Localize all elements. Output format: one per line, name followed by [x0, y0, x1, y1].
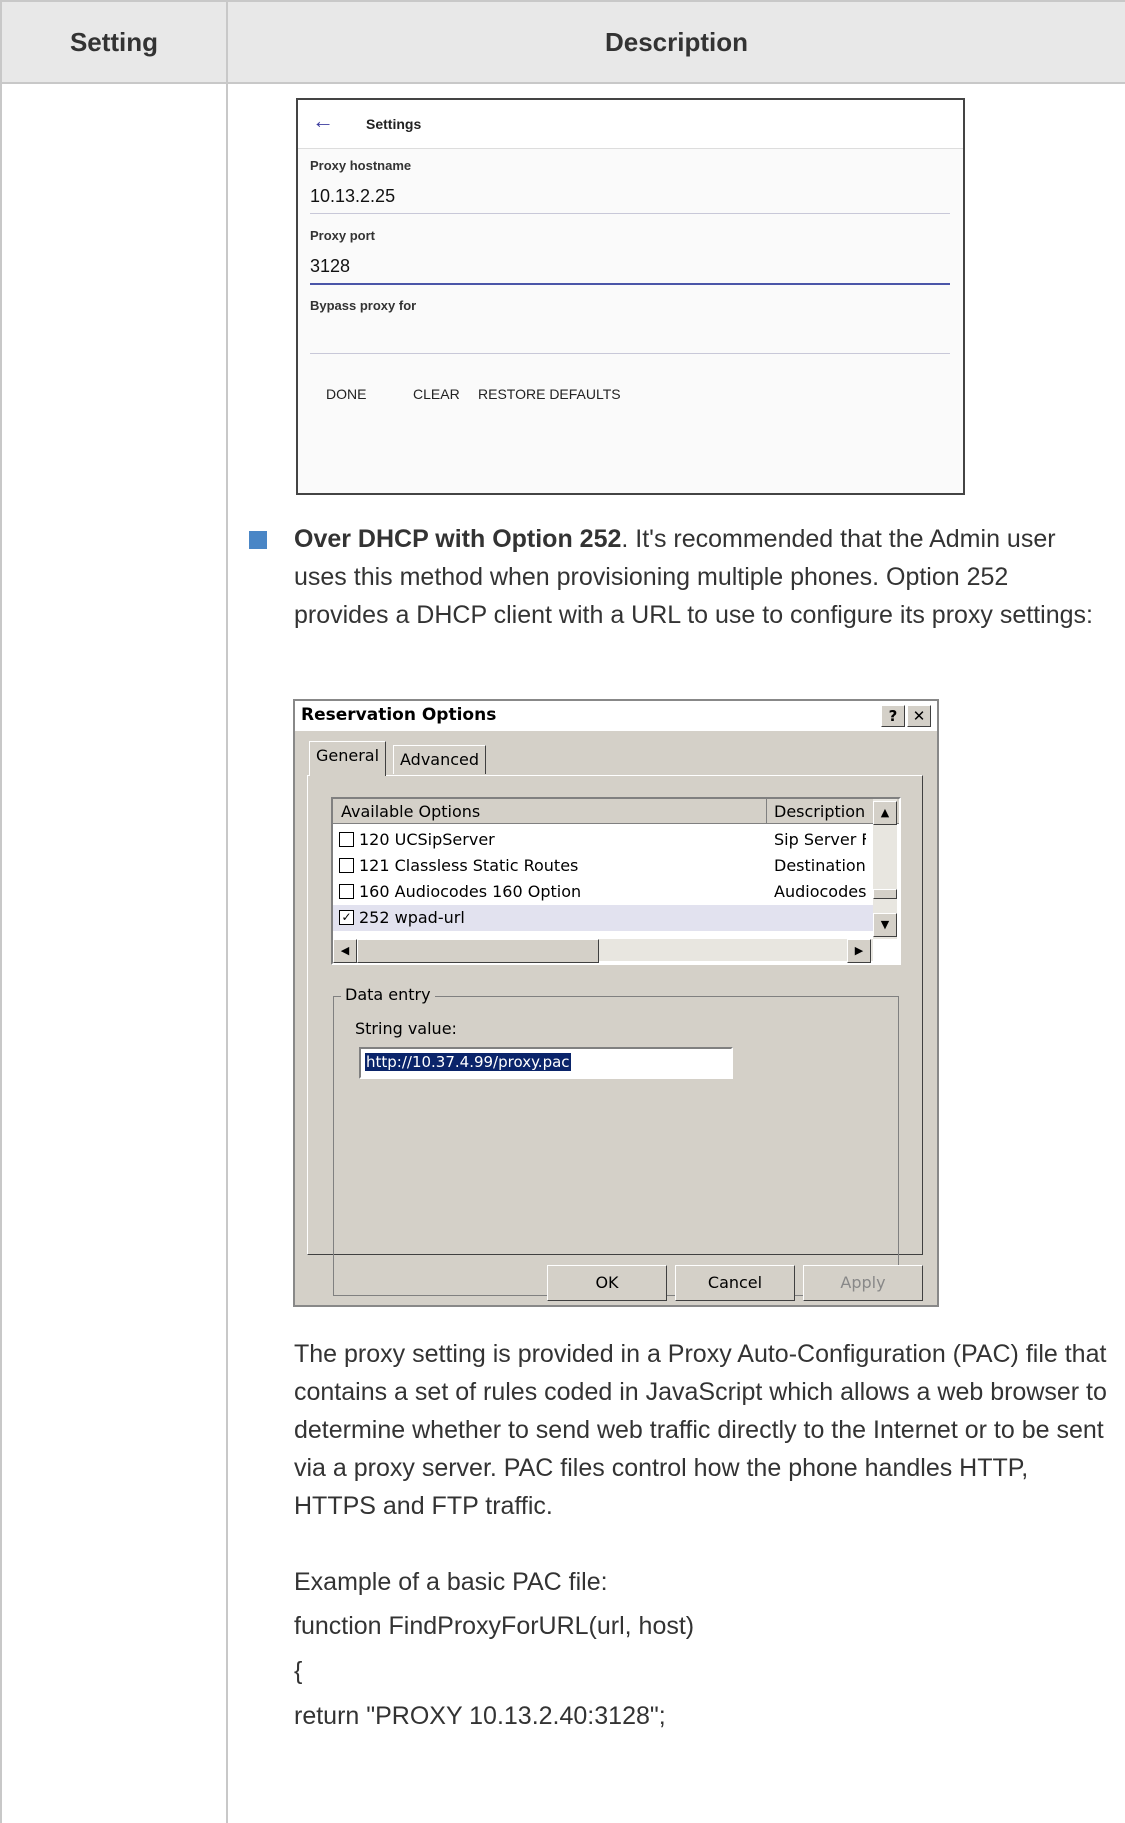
- phone-top-bar: ← Settings: [298, 100, 963, 149]
- horizontal-scrollbar[interactable]: ◀ ▶: [333, 939, 873, 963]
- checkbox-checked[interactable]: ✓: [339, 910, 354, 925]
- dialog-title: Reservation Options: [301, 705, 497, 725]
- scroll-right-icon[interactable]: ▶: [847, 939, 871, 963]
- pac-description: The proxy setting is provided in a Proxy…: [294, 1340, 1107, 1520]
- col-available-options[interactable]: Available Options: [341, 802, 480, 821]
- tab-general[interactable]: General: [309, 741, 387, 776]
- scroll-up-icon[interactable]: ▲: [873, 801, 897, 825]
- checkbox[interactable]: [339, 884, 354, 899]
- col-description[interactable]: Description: [774, 802, 865, 821]
- clear-button[interactable]: CLEAR: [413, 386, 460, 402]
- bullet-bold: Over DHCP with Option 252: [294, 525, 622, 553]
- checkbox[interactable]: [339, 832, 354, 847]
- phone-settings-screenshot: ← Settings Proxy hostname 10.13.2.25 Pro…: [296, 98, 965, 495]
- column-separator: [766, 799, 767, 823]
- option-name: 160 Audiocodes 160 Option: [359, 882, 582, 901]
- column-divider: [226, 0, 228, 1823]
- header-setting: Setting: [69, 27, 159, 57]
- proxy-hostname-label: Proxy hostname: [310, 158, 412, 173]
- bypass-proxy-label: Bypass proxy for: [310, 298, 417, 313]
- scroll-left-icon[interactable]: ◀: [333, 939, 357, 963]
- list-item[interactable]: 120 UCSipServer Sip Server F: [333, 827, 873, 853]
- proxy-hostname-underline: [310, 213, 950, 214]
- phone-title: Settings: [366, 116, 422, 132]
- bullet-paragraph: Over DHCP with Option 252. It's recommen…: [294, 520, 1094, 634]
- list-header: Available Options Description: [333, 799, 899, 824]
- ok-button[interactable]: OK: [547, 1265, 667, 1301]
- h-scroll-thumb[interactable]: [357, 939, 599, 963]
- option-name: 252 wpad-url: [359, 908, 465, 927]
- done-button[interactable]: DONE: [326, 386, 366, 402]
- table-header: Setting Description: [0, 0, 1125, 84]
- list-item-selected[interactable]: ✓ 252 wpad-url: [333, 905, 873, 931]
- proxy-hostname-field[interactable]: 10.13.2.25: [310, 186, 395, 207]
- scroll-down-icon[interactable]: ▼: [873, 913, 897, 937]
- string-value-input[interactable]: http://10.37.4.99/proxy.pac: [359, 1047, 733, 1079]
- close-button[interactable]: ✕: [907, 705, 931, 727]
- option-desc: Sip Server F: [774, 830, 866, 849]
- cancel-button[interactable]: Cancel: [675, 1265, 795, 1301]
- scroll-thumb[interactable]: [873, 889, 897, 899]
- options-list[interactable]: Available Options Description 120 UCSipS…: [331, 797, 901, 965]
- proxy-port-label: Proxy port: [310, 228, 376, 243]
- bullet-square-icon: [249, 531, 267, 549]
- code-line-3: return "PROXY 10.13.2.40:3128";: [294, 1702, 666, 1730]
- option-desc: Audiocodes: [774, 882, 866, 901]
- string-value-label: String value:: [355, 1019, 457, 1038]
- table-border-left: [0, 0, 2, 1823]
- code-line-2: {: [294, 1657, 303, 1685]
- bypass-proxy-underline: [310, 353, 950, 354]
- option-name: 121 Classless Static Routes: [359, 856, 579, 875]
- option-name: 120 UCSipServer: [359, 830, 495, 849]
- reservation-options-dialog: Reservation Options ? ✕ General Advanced…: [293, 699, 939, 1307]
- data-entry-group: [333, 996, 899, 1296]
- tab-advanced[interactable]: Advanced: [393, 745, 487, 774]
- example-label: Example of a basic PAC file:: [294, 1568, 608, 1596]
- help-button[interactable]: ?: [881, 705, 905, 727]
- list-item[interactable]: 160 Audiocodes 160 Option Audiocodes: [333, 879, 873, 905]
- option-desc: Destination,: [774, 856, 866, 875]
- apply-button[interactable]: Apply: [803, 1265, 923, 1301]
- string-value-text: http://10.37.4.99/proxy.pac: [365, 1053, 571, 1071]
- vertical-scrollbar[interactable]: ▲ ▼: [873, 799, 897, 939]
- proxy-port-underline: [310, 283, 950, 285]
- list-item[interactable]: 121 Classless Static Routes Destination,: [333, 853, 873, 879]
- restore-defaults-button[interactable]: RESTORE DEFAULTS: [478, 386, 621, 402]
- data-entry-label: Data entry: [341, 985, 435, 1004]
- dialog-title-bar: Reservation Options ? ✕: [295, 701, 937, 731]
- arrow-left-icon[interactable]: ←: [312, 108, 334, 134]
- checkbox[interactable]: [339, 858, 354, 873]
- header-description: Description: [604, 27, 749, 57]
- code-line-1: function FindProxyForURL(url, host): [294, 1612, 695, 1640]
- proxy-port-field[interactable]: 3128: [310, 256, 350, 277]
